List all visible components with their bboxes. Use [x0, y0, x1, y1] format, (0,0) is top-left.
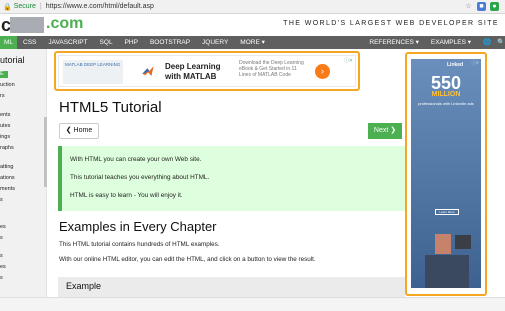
nav-item-bootstrap[interactable]: BOOTSTRAP: [144, 36, 196, 49]
nav-item-references[interactable]: REFERENCES ▾: [363, 36, 425, 49]
ad-million-label: MILLION: [431, 91, 461, 98]
sidebar-item-links[interactable]: s: [0, 235, 3, 241]
next-button[interactable]: Next ❯: [368, 123, 402, 139]
note-line: This tutorial teaches you everything abo…: [70, 174, 210, 181]
sidebar-item-attributes[interactable]: utes: [0, 123, 10, 129]
right-ad-close-icon[interactable]: ⓘ✕: [472, 60, 479, 66]
sidebar-item-tables[interactable]: es: [0, 264, 6, 270]
right-ad-banner[interactable]: Linked ⓘ✕ 550 MILLION professionals with…: [405, 52, 487, 296]
ad-headline[interactable]: Deep Learning with MATLAB: [165, 62, 221, 82]
nav-item-examples[interactable]: EXAMPLES ▾: [425, 36, 477, 49]
right-ad-inner[interactable]: Linked ⓘ✕ 550 MILLION professionals with…: [411, 59, 481, 288]
sidebar-item-comments[interactable]: ments: [0, 186, 15, 192]
globe-icon[interactable]: 🌐: [477, 36, 491, 49]
extension-green-icon[interactable]: ●: [490, 2, 499, 11]
sidebar-item-colors[interactable]: s: [0, 197, 3, 203]
nav-item-sql[interactable]: SQL: [94, 36, 119, 49]
main-content: MATLAB DEEP LEARNING Deep Learning with …: [47, 49, 407, 311]
note-line: With HTML you can create your own Web si…: [70, 156, 202, 163]
address-separator: |: [39, 3, 42, 10]
top-ad-banner[interactable]: MATLAB DEEP LEARNING Deep Learning with …: [54, 51, 360, 91]
sidebar-item-home[interactable]: E: [0, 71, 8, 78]
section-paragraph: With our online HTML editor, you can edi…: [59, 256, 316, 263]
logo-redacted: [10, 17, 44, 33]
nav-item-jquery[interactable]: JQUERY: [196, 36, 234, 49]
sidebar-item-paragraphs[interactable]: raphs: [0, 145, 14, 151]
top-nav: ML CSS JAVASCRIPT SQL PHP BOOTSTRAP JQUE…: [0, 36, 505, 49]
sidebar-item-quotations[interactable]: ations: [0, 175, 15, 181]
sidebar-item-elements[interactable]: ents: [0, 112, 10, 118]
url-text[interactable]: https://www.e.com/html/default.asp: [46, 3, 154, 10]
intro-note: With HTML you can create your own Web si…: [58, 146, 405, 211]
sidebar-item-images[interactable]: s: [0, 253, 3, 259]
nav-item-javascript[interactable]: JAVASCRIPT: [42, 36, 93, 49]
nav-item-html[interactable]: ML: [0, 36, 18, 49]
ad-person-redacted: [455, 235, 471, 249]
secure-label: Secure: [13, 3, 36, 10]
logo-suffix[interactable]: .com: [46, 15, 83, 33]
nav-item-more[interactable]: MORE ▾: [234, 36, 271, 49]
bottom-strip: [0, 297, 505, 311]
lock-icon: 🔒: [3, 3, 12, 11]
logo-band: c .com THE WORLD'S LARGEST WEB DEVELOPER…: [0, 14, 505, 36]
note-line: HTML is easy to learn - You will enjoy i…: [70, 192, 183, 199]
ad-close-icon[interactable]: ⓘ✕: [344, 57, 353, 64]
sidebar-item-editors[interactable]: rs: [0, 93, 5, 99]
ad-right-button[interactable]: Learn More: [435, 209, 459, 215]
linkedin-logo: Linked: [447, 62, 464, 68]
example-heading: Example: [66, 281, 102, 291]
nav-item-php[interactable]: PHP: [119, 36, 144, 49]
page-scrollbar[interactable]: [488, 52, 492, 292]
home-button[interactable]: ❮ Home: [59, 123, 99, 139]
bookmark-star-icon[interactable]: ☆: [464, 2, 473, 11]
ad-person-image: [425, 255, 469, 288]
ad-headline-line1: Deep Learning: [165, 62, 221, 71]
browser-extensions: ☆ ■ ●: [464, 2, 499, 11]
search-icon[interactable]: 🔍: [491, 36, 505, 49]
nav-item-css[interactable]: CSS: [17, 36, 42, 49]
sidebar: utorial E uction rs ents utes ings raphs…: [0, 49, 47, 311]
ad-person-face: [435, 234, 451, 254]
sidebar-item-headings[interactable]: ings: [0, 134, 10, 140]
ad-cta-button[interactable]: ›: [315, 64, 330, 79]
ad-description: Download the Deep Learning eBook & Get S…: [239, 60, 304, 78]
sidebar-item-formatting[interactable]: atting: [0, 164, 13, 170]
top-ad-inner[interactable]: MATLAB DEEP LEARNING Deep Learning with …: [58, 55, 356, 87]
site-tagline: THE WORLD'S LARGEST WEB DEVELOPER SITE: [283, 20, 499, 27]
ad-thumbnail: MATLAB DEEP LEARNING: [63, 60, 123, 84]
section-title: Examples in Every Chapter: [59, 219, 217, 234]
nav-right: REFERENCES ▾ EXAMPLES ▾ 🌐 🔍: [363, 36, 505, 49]
page-title: HTML5 Tutorial: [59, 99, 162, 116]
section-paragraph: This HTML tutorial contains hundreds of …: [59, 241, 220, 248]
ad-headline-line2: with MATLAB: [165, 72, 217, 81]
address-bar[interactable]: 🔒 Secure | https://www.e.com/html/defaul…: [0, 0, 505, 14]
extension-icon[interactable]: ■: [477, 2, 486, 11]
sidebar-title: utorial: [0, 55, 25, 65]
sidebar-item-styles[interactable]: es: [0, 224, 6, 230]
sidebar-item-introduction[interactable]: uction: [0, 82, 15, 88]
sidebar-item-lists[interactable]: s: [0, 275, 3, 281]
matlab-logo-icon: [142, 66, 154, 76]
ad-right-description: professionals with LinkedIn ads: [418, 101, 474, 106]
